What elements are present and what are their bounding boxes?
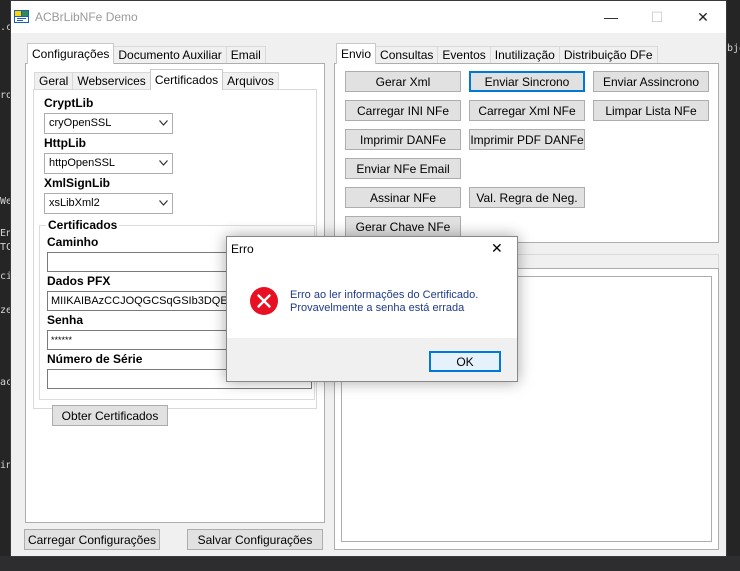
- background-code-fragment: ze: [0, 305, 10, 316]
- window-title: ACBrLibNFe Demo: [35, 10, 138, 24]
- envio-panel: Gerar Xml Enviar Sincrono Enviar Assincr…: [334, 63, 719, 243]
- app-icon: [14, 10, 29, 23]
- tab-inutilizacao[interactable]: Inutilização: [489, 46, 560, 64]
- config-subtabstrip: Geral Webservices Certificados Arquivos: [34, 69, 279, 90]
- limpar-lista-nfe-button[interactable]: Limpar Lista NFe: [593, 100, 709, 121]
- tab-arquivos[interactable]: Arquivos: [222, 72, 279, 90]
- enviar-assincrono-button[interactable]: Enviar Assincrono: [593, 71, 709, 92]
- http-lib-label: HttpLib: [44, 136, 86, 150]
- dialog-title: Erro: [231, 242, 254, 256]
- certificados-group-title: Certificados: [46, 218, 120, 232]
- config-tabstrip: Configurações Documento Auxiliar Email: [27, 43, 266, 64]
- imprimir-pdf-danfe-button[interactable]: Imprimir PDF DANFe: [469, 129, 585, 150]
- background-code-fragment: acr: [0, 377, 10, 388]
- background-code-fragment: bje: [727, 43, 740, 54]
- tab-configuracoes[interactable]: Configurações: [27, 43, 115, 64]
- dialog-close-button[interactable]: ✕: [491, 240, 503, 257]
- close-button[interactable]: ✕: [680, 1, 726, 33]
- gerar-xml-button[interactable]: Gerar Xml: [345, 71, 461, 92]
- error-dialog: Erro ✕ Erro ao ler informações do Certif…: [226, 236, 518, 382]
- carregar-configuracoes-button[interactable]: Carregar Configurações: [24, 529, 160, 550]
- background-editor-bottom: [0, 556, 740, 571]
- val-regra-neg-button[interactable]: Val. Regra de Neg.: [469, 187, 585, 208]
- imprimir-danfe-button[interactable]: Imprimir DANFe: [345, 129, 461, 150]
- crypt-lib-label: CryptLib: [44, 96, 94, 110]
- numero-serie-label: Número de Série: [47, 352, 143, 366]
- tab-webservices[interactable]: Webservices: [72, 72, 151, 90]
- gerar-chave-nfe-button[interactable]: Gerar Chave NFe: [345, 216, 461, 237]
- carregar-ini-nfe-button[interactable]: Carregar INI NFe: [345, 100, 461, 121]
- http-lib-select[interactable]: httpOpenSSL: [44, 153, 173, 174]
- tab-eventos[interactable]: Eventos: [437, 46, 491, 64]
- title-bar[interactable]: ACBrLibNFe Demo — ☐ ✕: [11, 1, 726, 33]
- envio-tabstrip: Envio Consultas Eventos Inutilização Dis…: [336, 43, 658, 64]
- dialog-footer: OK: [227, 338, 517, 381]
- dialog-message-line-2: Provavelmente a senha está errada: [290, 302, 465, 314]
- tab-envio[interactable]: Envio: [336, 43, 377, 64]
- minimize-button[interactable]: —: [588, 1, 634, 33]
- tab-distribuicao-dfe[interactable]: Distribuição DFe: [558, 46, 658, 64]
- carregar-xml-nfe-button[interactable]: Carregar Xml NFe: [469, 100, 585, 121]
- background-editor-left: [0, 0, 10, 571]
- tab-geral[interactable]: Geral: [34, 72, 74, 90]
- error-icon: [250, 287, 278, 315]
- background-code-fragment: ro: [0, 90, 10, 101]
- maximize-button: ☐: [650, 8, 664, 25]
- tab-certificados[interactable]: Certificados: [149, 69, 224, 90]
- tab-documento-auxiliar[interactable]: Documento Auxiliar: [113, 46, 227, 64]
- background-editor-right: [727, 0, 740, 571]
- background-code-fragment: ci: [0, 271, 10, 282]
- assinar-nfe-button[interactable]: Assinar NFe: [345, 187, 461, 208]
- caminho-label: Caminho: [47, 235, 99, 249]
- chevron-down-icon: [159, 160, 168, 166]
- background-code-fragment: .c: [0, 22, 10, 33]
- chevron-down-icon: [159, 120, 168, 126]
- ok-button[interactable]: OK: [429, 351, 501, 372]
- chevron-down-icon: [159, 200, 168, 206]
- senha-label: Senha: [47, 313, 84, 327]
- enviar-nfe-email-button[interactable]: Enviar NFe Email: [345, 158, 461, 179]
- xml-sign-lib-select[interactable]: xsLibXml2: [44, 193, 173, 214]
- tab-email[interactable]: Email: [225, 46, 266, 64]
- dados-pfx-label: Dados PFX: [47, 274, 111, 288]
- http-lib-value: httpOpenSSL: [49, 157, 116, 169]
- crypt-lib-select[interactable]: cryOpenSSL: [44, 113, 173, 134]
- background-code-fragment: in: [0, 460, 10, 471]
- background-code-fragment: We: [0, 196, 10, 207]
- dialog-message-line-1: Erro ao ler informações do Certificado.: [290, 289, 479, 301]
- background-code-fragment: TC: [0, 242, 10, 253]
- xml-sign-lib-label: XmlSignLib: [44, 176, 110, 190]
- background-code-fragment: Env: [0, 228, 10, 239]
- salvar-configuracoes-button[interactable]: Salvar Configurações: [187, 529, 323, 550]
- xml-sign-lib-value: xsLibXml2: [49, 197, 100, 209]
- obter-certificados-button[interactable]: Obter Certificados: [52, 405, 168, 426]
- tab-consultas[interactable]: Consultas: [375, 46, 439, 64]
- enviar-sincrono-button[interactable]: Enviar Sincrono: [469, 71, 585, 92]
- crypt-lib-value: cryOpenSSL: [49, 117, 112, 129]
